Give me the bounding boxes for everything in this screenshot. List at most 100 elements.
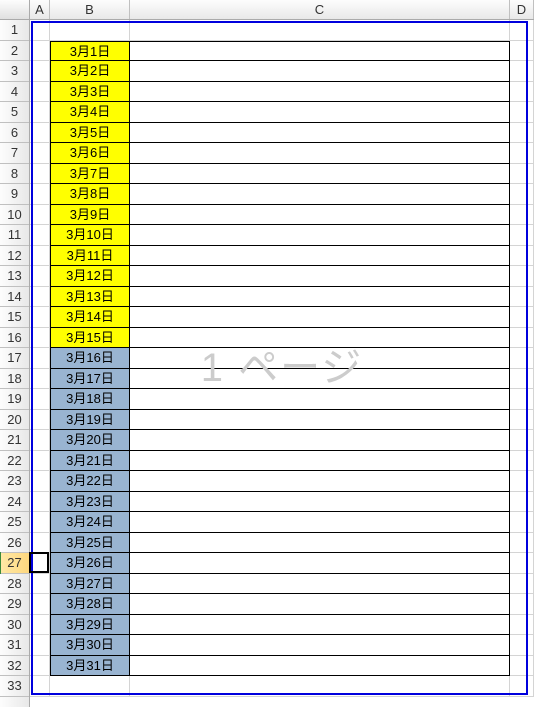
cell-B9[interactable]: 3月8日 — [50, 184, 130, 205]
cell-A22[interactable] — [30, 451, 50, 472]
cell-A30[interactable] — [30, 615, 50, 636]
cell-D3[interactable] — [510, 61, 534, 82]
cell-B24[interactable]: 3月23日 — [50, 492, 130, 513]
cell-C29[interactable] — [130, 594, 510, 615]
cell-C19[interactable] — [130, 389, 510, 410]
cell-B12[interactable]: 3月11日 — [50, 246, 130, 267]
cell-C17[interactable] — [130, 348, 510, 369]
grid-area[interactable]: 1 ページ 3月1日3月2日3月3日3月4日3月5日3月6日3月7日3月8日3月… — [30, 20, 534, 707]
cell-D10[interactable] — [510, 205, 534, 226]
cell-B19[interactable]: 3月18日 — [50, 389, 130, 410]
cell-B2[interactable]: 3月1日 — [50, 41, 130, 62]
cell-D30[interactable] — [510, 615, 534, 636]
cell-A33[interactable] — [30, 676, 50, 697]
cell-D17[interactable] — [510, 348, 534, 369]
cell-A20[interactable] — [30, 410, 50, 431]
cell-A12[interactable] — [30, 246, 50, 267]
row-header-14[interactable]: 14 — [0, 287, 29, 308]
cell-A21[interactable] — [30, 430, 50, 451]
cell-D12[interactable] — [510, 246, 534, 267]
cell-D33[interactable] — [510, 676, 534, 697]
row-header-25[interactable]: 25 — [0, 512, 29, 533]
cell-B23[interactable]: 3月22日 — [50, 471, 130, 492]
cell-B31[interactable]: 3月30日 — [50, 635, 130, 656]
cell-C11[interactable] — [130, 225, 510, 246]
cell-C9[interactable] — [130, 184, 510, 205]
cell-B18[interactable]: 3月17日 — [50, 369, 130, 390]
row-header-33[interactable]: 33 — [0, 676, 29, 697]
row-header-15[interactable]: 15 — [0, 307, 29, 328]
cell-A32[interactable] — [30, 656, 50, 677]
cell-C2[interactable] — [130, 41, 510, 62]
cell-C30[interactable] — [130, 615, 510, 636]
row-header-8[interactable]: 8 — [0, 164, 29, 185]
cell-D31[interactable] — [510, 635, 534, 656]
cell-D29[interactable] — [510, 594, 534, 615]
row-header-18[interactable]: 18 — [0, 369, 29, 390]
col-header-B[interactable]: B — [50, 0, 130, 19]
cell-D19[interactable] — [510, 389, 534, 410]
row-header-16[interactable]: 16 — [0, 328, 29, 349]
cell-A31[interactable] — [30, 635, 50, 656]
cell-C25[interactable] — [130, 512, 510, 533]
row-header-2[interactable]: 2 — [0, 41, 29, 62]
cell-A24[interactable] — [30, 492, 50, 513]
cell-D28[interactable] — [510, 574, 534, 595]
cell-D16[interactable] — [510, 328, 534, 349]
cell-C14[interactable] — [130, 287, 510, 308]
row-header-20[interactable]: 20 — [0, 410, 29, 431]
col-header-C[interactable]: C — [130, 0, 510, 19]
cell-D8[interactable] — [510, 164, 534, 185]
cell-B17[interactable]: 3月16日 — [50, 348, 130, 369]
cell-C32[interactable] — [130, 656, 510, 677]
cell-C33[interactable] — [130, 676, 510, 697]
row-header-17[interactable]: 17 — [0, 348, 29, 369]
cell-A6[interactable] — [30, 123, 50, 144]
cell-B25[interactable]: 3月24日 — [50, 512, 130, 533]
cell-A13[interactable] — [30, 266, 50, 287]
cell-A3[interactable] — [30, 61, 50, 82]
row-header-12[interactable]: 12 — [0, 246, 29, 267]
cell-C20[interactable] — [130, 410, 510, 431]
cell-C22[interactable] — [130, 451, 510, 472]
select-all-corner[interactable] — [0, 0, 30, 20]
row-header-31[interactable]: 31 — [0, 635, 29, 656]
cell-C4[interactable] — [130, 82, 510, 103]
cell-D22[interactable] — [510, 451, 534, 472]
cell-C15[interactable] — [130, 307, 510, 328]
cell-C27[interactable] — [130, 553, 510, 574]
row-header-26[interactable]: 26 — [0, 533, 29, 554]
cell-C6[interactable] — [130, 123, 510, 144]
row-header-7[interactable]: 7 — [0, 143, 29, 164]
cell-A8[interactable] — [30, 164, 50, 185]
cell-D21[interactable] — [510, 430, 534, 451]
row-header-22[interactable]: 22 — [0, 451, 29, 472]
cell-A1[interactable] — [30, 20, 50, 41]
cell-B13[interactable]: 3月12日 — [50, 266, 130, 287]
cell-A28[interactable] — [30, 574, 50, 595]
cell-A18[interactable] — [30, 369, 50, 390]
cell-A26[interactable] — [30, 533, 50, 554]
cell-D18[interactable] — [510, 369, 534, 390]
cell-C21[interactable] — [130, 430, 510, 451]
cell-B26[interactable]: 3月25日 — [50, 533, 130, 554]
cell-B11[interactable]: 3月10日 — [50, 225, 130, 246]
col-header-A[interactable]: A — [30, 0, 50, 19]
cell-D26[interactable] — [510, 533, 534, 554]
cell-C8[interactable] — [130, 164, 510, 185]
cell-A27[interactable] — [30, 553, 50, 574]
cell-A16[interactable] — [30, 328, 50, 349]
cell-C18[interactable] — [130, 369, 510, 390]
cell-B14[interactable]: 3月13日 — [50, 287, 130, 308]
cell-A17[interactable] — [30, 348, 50, 369]
row-header-21[interactable]: 21 — [0, 430, 29, 451]
col-header-D[interactable]: D — [510, 0, 534, 19]
cell-B20[interactable]: 3月19日 — [50, 410, 130, 431]
cell-B4[interactable]: 3月3日 — [50, 82, 130, 103]
cell-A9[interactable] — [30, 184, 50, 205]
cell-B10[interactable]: 3月9日 — [50, 205, 130, 226]
row-header-24[interactable]: 24 — [0, 492, 29, 513]
cell-A15[interactable] — [30, 307, 50, 328]
cell-C26[interactable] — [130, 533, 510, 554]
cell-D9[interactable] — [510, 184, 534, 205]
